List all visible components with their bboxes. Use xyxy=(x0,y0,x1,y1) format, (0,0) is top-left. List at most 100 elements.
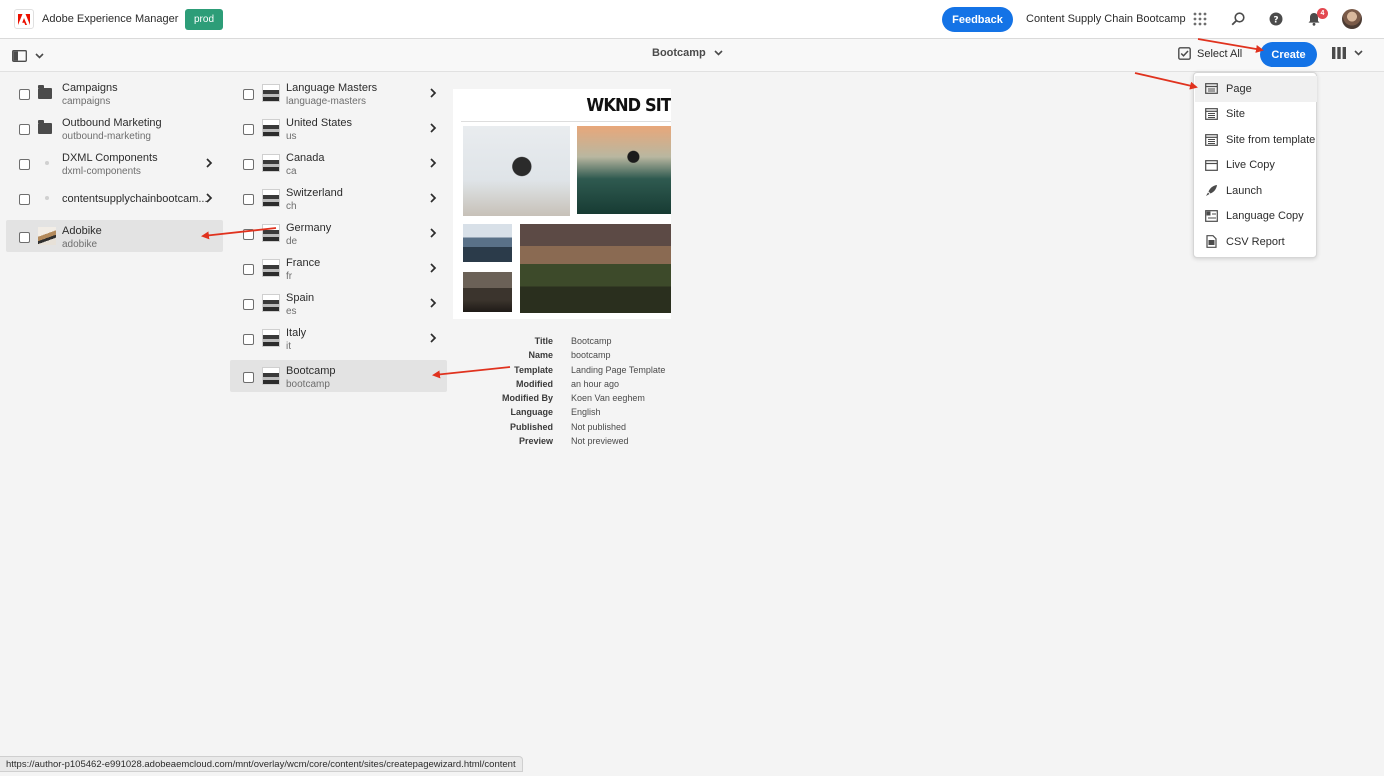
chevron-right-icon[interactable] xyxy=(427,297,439,309)
view-switcher[interactable] xyxy=(1332,47,1363,59)
menu-item-launch[interactable]: Launch xyxy=(1195,178,1317,204)
page-title: Bootcamp xyxy=(652,47,706,59)
property-row: Modified an hour ago xyxy=(453,379,693,393)
row-checkbox[interactable] xyxy=(243,334,254,345)
chevron-right-icon[interactable] xyxy=(427,122,439,134)
menu-item-label: Language Copy xyxy=(1226,210,1304,223)
item-name: ca xyxy=(286,166,297,177)
chevron-right-icon[interactable] xyxy=(427,157,439,169)
page-icon xyxy=(38,154,56,172)
breadcrumb-title[interactable]: Bootcamp xyxy=(652,47,723,59)
list-item[interactable]: DXML Components dxml-components xyxy=(6,147,223,179)
chevron-right-icon[interactable] xyxy=(203,192,215,204)
column-view-icon xyxy=(1332,47,1346,59)
app-name[interactable]: Adobe Experience Manager xyxy=(42,13,178,25)
property-row: Modified By Koen Van eeghem xyxy=(453,393,693,407)
feedback-button[interactable]: Feedback xyxy=(942,7,1013,32)
org-switcher[interactable]: Content Supply Chain Bootcamp xyxy=(1026,13,1186,25)
item-title: Germany xyxy=(286,222,332,234)
property-row: Template Landing Page Template xyxy=(453,365,693,379)
property-label: Name xyxy=(528,350,553,361)
menu-item-page[interactable]: Page xyxy=(1195,76,1317,102)
search-icon[interactable] xyxy=(1229,10,1247,28)
row-checkbox[interactable] xyxy=(19,194,30,205)
row-checkbox[interactable] xyxy=(243,264,254,275)
select-all-icon xyxy=(1178,47,1191,60)
page-thumbnail xyxy=(262,329,280,347)
item-name: fr xyxy=(286,271,293,282)
list-item[interactable]: Spain es xyxy=(230,287,447,319)
avatar[interactable] xyxy=(1342,9,1362,29)
menu-item-label: Launch xyxy=(1226,184,1263,197)
chevron-right-icon[interactable] xyxy=(203,157,215,169)
property-value: Landing Page Template xyxy=(571,364,666,375)
item-title: Spain xyxy=(286,292,315,304)
rail-toggle[interactable] xyxy=(12,47,50,64)
list-item[interactable]: Outbound Marketing outbound-marketing xyxy=(6,112,223,144)
svg-text:?: ? xyxy=(1273,16,1278,26)
row-checkbox[interactable] xyxy=(243,89,254,100)
preview-image xyxy=(463,272,512,312)
item-name: campaigns xyxy=(62,96,111,107)
chevron-down-icon xyxy=(35,52,44,59)
menu-item-site-from-template[interactable]: Site from template xyxy=(1195,127,1317,153)
list-item[interactable]: France fr xyxy=(230,252,447,284)
row-checkbox[interactable] xyxy=(243,372,254,383)
item-title: Campaigns xyxy=(62,82,118,94)
page-thumbnail xyxy=(262,84,280,102)
row-checkbox[interactable] xyxy=(19,89,30,100)
row-checkbox[interactable] xyxy=(243,299,254,310)
list-item[interactable]: contentsupplychainbootcam... xyxy=(6,182,223,214)
item-title: Canada xyxy=(286,152,325,164)
chevron-right-icon[interactable] xyxy=(427,262,439,274)
menu-item-csv-report[interactable]: CSV Report xyxy=(1195,229,1317,255)
row-checkbox[interactable] xyxy=(19,159,30,170)
row-checkbox[interactable] xyxy=(243,124,254,135)
property-value: Bootcamp xyxy=(571,336,612,346)
select-all-button[interactable]: Select All xyxy=(1178,47,1242,60)
list-item[interactable]: Switzerland ch xyxy=(230,182,447,214)
divider xyxy=(461,121,671,122)
global-header: Adobe Experience Manager prod Feedback C… xyxy=(0,0,1384,39)
menu-item-live-copy[interactable]: Live Copy xyxy=(1195,153,1317,179)
page-thumbnail xyxy=(262,294,280,312)
preview-image xyxy=(577,126,671,214)
row-checkbox[interactable] xyxy=(243,159,254,170)
adobe-logo-icon[interactable] xyxy=(14,9,34,29)
list-item[interactable]: Germany de xyxy=(230,217,447,249)
page-thumbnail xyxy=(262,119,280,137)
menu-item-label: CSV Report xyxy=(1226,235,1285,248)
list-item[interactable]: United States us xyxy=(230,112,447,144)
row-checkbox[interactable] xyxy=(243,194,254,205)
property-row: Title Bootcamp xyxy=(453,336,693,350)
item-title: France xyxy=(286,257,321,269)
list-item[interactable]: Adobike adobike xyxy=(6,220,223,252)
chevron-right-icon[interactable] xyxy=(427,332,439,344)
list-item[interactable]: Bootcamp bootcamp xyxy=(230,360,447,392)
chevron-right-icon[interactable] xyxy=(427,192,439,204)
menu-item-site[interactable]: Site xyxy=(1195,102,1317,128)
help-icon[interactable]: ? xyxy=(1267,10,1285,28)
row-checkbox[interactable] xyxy=(19,232,30,243)
folder-icon xyxy=(38,119,56,137)
create-button[interactable]: Create xyxy=(1260,42,1317,67)
menu-item-language-copy[interactable]: Language Copy xyxy=(1195,204,1317,230)
chevron-right-icon[interactable] xyxy=(427,87,439,99)
list-item[interactable]: Canada ca xyxy=(230,147,447,179)
list-item[interactable]: Language Masters language-masters xyxy=(230,77,447,109)
row-checkbox[interactable] xyxy=(19,124,30,135)
item-title: Outbound Marketing xyxy=(62,117,162,129)
page-icon xyxy=(38,189,56,207)
page-thumbnail xyxy=(262,259,280,277)
property-row: Name bootcamp xyxy=(453,350,693,364)
page-properties: Title Bootcamp Name bootcamp Template Landi… xyxy=(453,336,693,450)
item-title: DXML Components xyxy=(62,152,158,164)
apps-grid-icon[interactable] xyxy=(1191,10,1209,28)
preview-image xyxy=(463,126,570,216)
chevron-down-icon xyxy=(1354,50,1363,56)
list-item[interactable]: Italy it xyxy=(230,322,447,354)
list-item[interactable]: Campaigns campaigns xyxy=(6,77,223,109)
chevron-right-icon[interactable] xyxy=(427,227,439,239)
menu-item-label: Live Copy xyxy=(1226,159,1275,172)
row-checkbox[interactable] xyxy=(243,229,254,240)
